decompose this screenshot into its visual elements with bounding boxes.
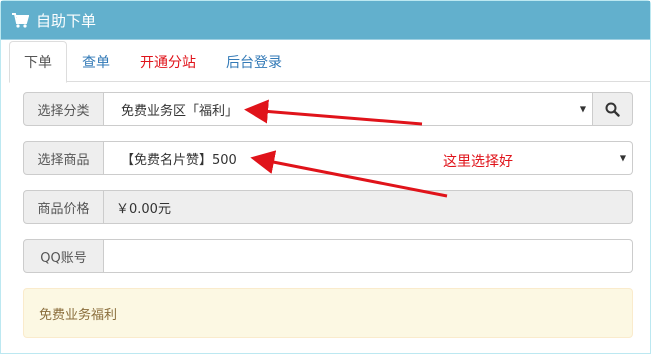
- category-label: 选择分类: [23, 92, 104, 126]
- tab-open-substation[interactable]: 开通分站: [125, 41, 211, 82]
- category-value: 免费业务区「福利」: [121, 103, 239, 119]
- product-value: 【免费名片赞】500: [121, 152, 237, 168]
- price-row: 商品价格 ￥0.00元: [23, 190, 633, 224]
- panel-title: 自助下单: [36, 11, 97, 30]
- caret-down-icon: ▼: [579, 104, 586, 114]
- price-label: 商品价格: [23, 190, 104, 224]
- price-value: ￥0.00元: [116, 201, 171, 217]
- panel-header: 自助下单: [1, 1, 650, 40]
- tab-bar: 下单 查单 开通分站 后台登录: [9, 41, 650, 83]
- category-row: 选择分类 免费业务区「福利」 ▼: [23, 92, 633, 126]
- cart-icon: [12, 12, 30, 28]
- annotation-text: 这里选择好: [443, 154, 513, 170]
- search-button[interactable]: [593, 92, 633, 126]
- qq-input[interactable]: [104, 239, 633, 273]
- category-select[interactable]: 免费业务区「福利」 ▼: [104, 92, 593, 126]
- price-field: ￥0.00元: [104, 190, 633, 224]
- notice-text: 免费业务福利: [39, 307, 118, 323]
- qq-row: QQ账号: [23, 239, 633, 273]
- search-icon: [605, 102, 620, 117]
- tab-query[interactable]: 查单: [67, 41, 125, 82]
- qq-label: QQ账号: [23, 239, 104, 273]
- tab-admin-login[interactable]: 后台登录: [211, 41, 297, 82]
- tab-order[interactable]: 下单: [9, 41, 67, 83]
- product-row: 选择商品 【免费名片赞】500 ▼: [23, 141, 633, 175]
- notice-alert: 免费业务福利: [23, 288, 633, 338]
- product-select[interactable]: 【免费名片赞】500 ▼: [104, 141, 633, 175]
- caret-down-icon: ▼: [619, 153, 626, 163]
- product-label: 选择商品: [23, 141, 104, 175]
